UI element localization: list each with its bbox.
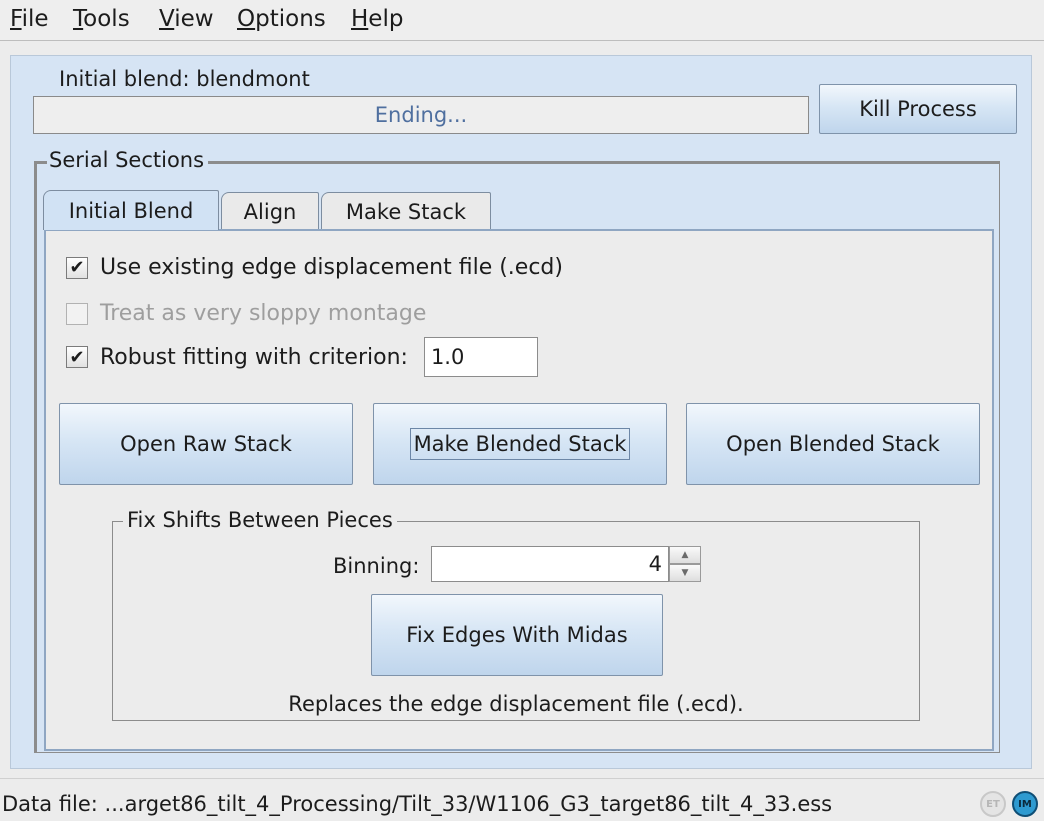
sloppy-montage-checkbox [66, 302, 88, 325]
serial-sections-group: Serial Sections Initial Blend Align Make… [34, 148, 1000, 753]
robust-fitting-checkbox[interactable]: ✔ [66, 346, 88, 368]
open-raw-stack-button[interactable]: Open Raw Stack [59, 403, 353, 485]
robust-fitting-label: Robust fitting with criterion: [100, 344, 408, 370]
use-existing-ecd-label: Use existing edge displacement file (.ec… [100, 255, 563, 280]
kill-process-button[interactable]: Kill Process [819, 84, 1017, 134]
binning-input[interactable]: 4 [431, 546, 669, 582]
menu-options-label: ptions [255, 6, 326, 32]
menu-view-label: iew [174, 6, 214, 32]
use-existing-ecd-checkbox[interactable]: ✔ [66, 256, 88, 279]
etomo-status-icon: ET [980, 791, 1006, 817]
menu-view-mnemonic: V [159, 6, 175, 32]
binning-label: Binning: [333, 554, 420, 578]
tab-align-label: Align [243, 199, 297, 224]
menu-tools-label: ools [83, 6, 130, 32]
use-existing-ecd-row[interactable]: ✔ Use existing edge displacement file (.… [66, 255, 563, 280]
tab-align[interactable]: Align [221, 192, 319, 230]
tab-make-stack-label: Make Stack [345, 199, 467, 224]
fix-shifts-group: Fix Shifts Between Pieces Binning: 4 ▲ ▼… [112, 508, 920, 721]
menu-help-mnemonic: H [351, 6, 369, 32]
menu-file-label: ile [21, 6, 49, 32]
sloppy-montage-row: Treat as very sloppy montage [66, 301, 426, 326]
fix-edges-midas-button[interactable]: Fix Edges With Midas [371, 594, 663, 676]
kill-process-label: Kill Process [859, 97, 977, 121]
menu-help[interactable]: Help [351, 6, 403, 32]
process-label: Initial blend: blendmont [59, 67, 310, 91]
fix-edges-midas-label: Fix Edges With Midas [406, 623, 628, 647]
binning-spinner[interactable]: ▲ ▼ [669, 546, 701, 582]
initial-blend-panel: ✔ Use existing edge displacement file (.… [44, 229, 994, 751]
serial-sections-title: Serial Sections [47, 148, 209, 172]
main-panel: Initial blend: blendmont Ending... Kill … [10, 55, 1032, 769]
open-blended-stack-button[interactable]: Open Blended Stack [686, 403, 980, 485]
menu-bar: File Tools View Options Help [0, 0, 1044, 41]
data-file-path: Data file: ...arget86_tilt_4_Processing/… [2, 792, 833, 816]
make-blended-stack-label: Make Blended Stack [409, 428, 631, 460]
sloppy-montage-label: Treat as very sloppy montage [100, 301, 427, 326]
menu-tools[interactable]: Tools [73, 6, 130, 32]
tab-initial-blend[interactable]: Initial Blend [43, 190, 219, 230]
spinner-up-icon[interactable]: ▲ [669, 546, 701, 564]
progress-bar: Ending... [33, 96, 809, 134]
menu-help-label: elp [368, 6, 404, 32]
menu-file-mnemonic: F [10, 6, 22, 32]
menu-options[interactable]: Options [237, 6, 326, 32]
menu-options-mnemonic: O [237, 6, 256, 32]
tab-make-stack[interactable]: Make Stack [321, 192, 491, 230]
open-blended-stack-label: Open Blended Stack [726, 432, 940, 456]
open-raw-stack-label: Open Raw Stack [120, 432, 292, 456]
robust-criterion-input[interactable]: 1.0 [423, 337, 538, 377]
checkmark-icon: ✔ [69, 257, 85, 278]
menu-file[interactable]: File [10, 6, 49, 32]
tab-initial-blend-label: Initial Blend [68, 198, 194, 223]
fix-shifts-title: Fix Shifts Between Pieces [123, 508, 397, 532]
menu-view[interactable]: View [159, 6, 214, 32]
imod-status-icon[interactable]: IM [1012, 791, 1038, 817]
make-blended-stack-button[interactable]: Make Blended Stack [373, 403, 667, 485]
checkmark-icon: ✔ [69, 346, 85, 368]
status-bar: Data file: ...arget86_tilt_4_Processing/… [0, 778, 1044, 821]
menu-tools-mnemonic: T [73, 6, 84, 32]
robust-fitting-row[interactable]: ✔ Robust fitting with criterion: 1.0 [66, 337, 538, 377]
replaces-ecd-note: Replaces the edge displacement file (.ec… [288, 692, 744, 716]
spinner-down-icon[interactable]: ▼ [669, 564, 701, 582]
